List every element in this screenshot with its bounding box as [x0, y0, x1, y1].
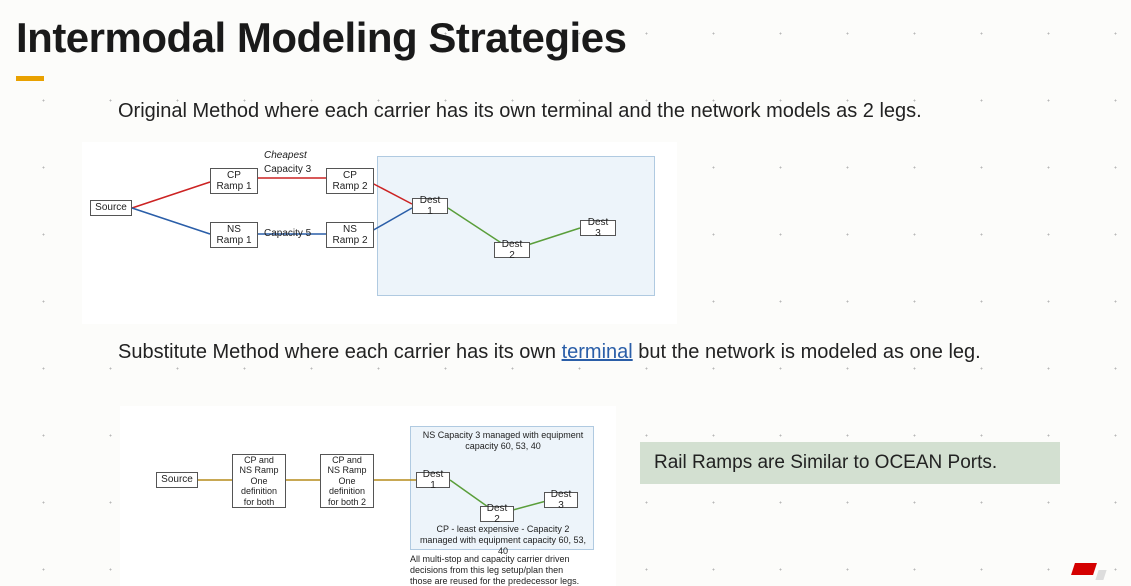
callout-note: Rail Ramps are Similar to OCEAN Ports. [640, 442, 1060, 484]
terminal-link[interactable]: terminal [562, 341, 633, 363]
node2-ramp2: CP and NS Ramp One definition for both 2 [320, 454, 374, 508]
cheapest-label: Cheapest [264, 150, 307, 161]
node-dest3: Dest 3 [580, 220, 616, 236]
page-title: Intermodal Modeling Strategies [16, 14, 626, 62]
accent-bar [16, 76, 44, 81]
node2-ramp1: CP and NS Ramp One definition for both [232, 454, 286, 508]
node-ns-ramp1: NS Ramp 1 [210, 222, 258, 248]
ns-capacity-label: NS Capacity 3 managed with equipment cap… [418, 430, 588, 452]
node-source: Source [90, 200, 132, 216]
node-dest2: Dest 2 [494, 242, 530, 258]
node2-dest1: Dest 1 [416, 472, 450, 488]
diagram-substitute: NS Capacity 3 managed with equipment cap… [120, 406, 616, 586]
diagram-original: Cheapest Capacity 3 Capacity 5 Source CP… [82, 142, 677, 324]
footer-note: All multi-stop and capacity carrier driv… [410, 554, 580, 586]
desc2-pre: Substitute Method where each carrier has… [118, 341, 562, 363]
description-original: Original Method where each carrier has i… [118, 100, 922, 123]
capacity3-label: Capacity 3 [264, 164, 311, 175]
node2-source: Source [156, 472, 198, 488]
node-cp-ramp2: CP Ramp 2 [326, 168, 374, 194]
desc2-post: but the network is modeled as one leg. [633, 341, 981, 363]
description-substitute: Substitute Method where each carrier has… [118, 341, 981, 364]
node2-dest2: Dest 2 [480, 506, 514, 522]
node-cp-ramp1: CP Ramp 1 [210, 168, 258, 194]
node-ns-ramp2: NS Ramp 2 [326, 222, 374, 248]
slide: Intermodal Modeling Strategies Original … [0, 0, 1131, 586]
node2-dest3: Dest 3 [544, 492, 578, 508]
node-dest1: Dest 1 [412, 198, 448, 214]
brand-mark [1073, 562, 1113, 580]
cp-capacity-label: CP - least expensive - Capacity 2 manage… [418, 524, 588, 556]
capacity5-label: Capacity 5 [264, 228, 311, 239]
